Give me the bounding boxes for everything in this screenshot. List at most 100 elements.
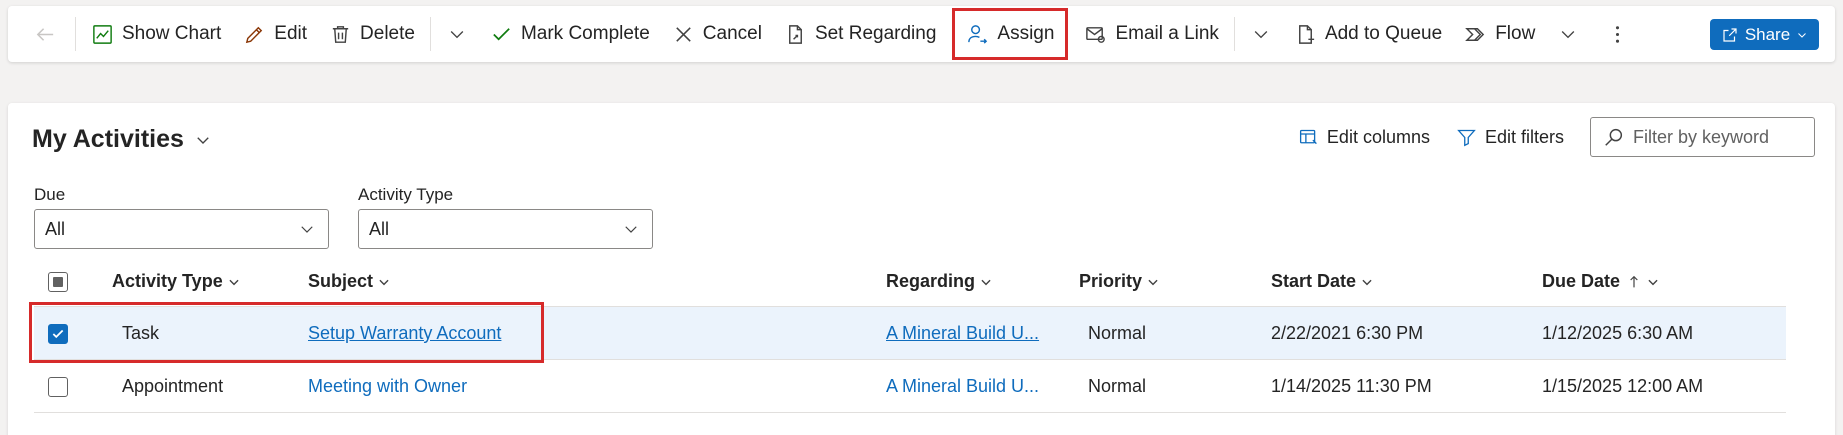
- trash-icon: [332, 25, 349, 43]
- toolbar-divider: [75, 17, 76, 51]
- back-button[interactable]: [26, 14, 71, 54]
- table-row[interactable]: Task Setup Warranty Account A Mineral Bu…: [29, 302, 1786, 363]
- edit-label: Edit: [274, 23, 308, 44]
- share-label: Share: [1744, 24, 1791, 44]
- due-filter-select[interactable]: All: [34, 209, 329, 249]
- column-header-label: Due Date: [1542, 271, 1621, 291]
- chevron-down-icon: [1562, 31, 1575, 39]
- chevron-down-icon: [229, 279, 239, 285]
- due-filter-value: All: [45, 218, 66, 239]
- filter-icon: [1457, 129, 1476, 146]
- toolbar-divider: [429, 17, 431, 51]
- subject-link[interactable]: Meeting with Owner: [308, 376, 467, 397]
- column-header-subject[interactable]: Subject: [308, 271, 391, 292]
- cell-subject[interactable]: Setup Warranty Account: [308, 307, 501, 360]
- activity-type-filter-select[interactable]: All: [358, 209, 653, 249]
- cancel-label: Cancel: [702, 23, 762, 44]
- checkmark-icon: [52, 329, 64, 338]
- column-header-priority[interactable]: Priority: [1079, 271, 1160, 292]
- edit-columns-icon: [1299, 129, 1317, 144]
- share-button[interactable]: Share: [1710, 19, 1819, 50]
- toolbar-divider: [1233, 17, 1235, 51]
- arrow-left-icon: [36, 27, 54, 41]
- pencil-icon: [246, 26, 263, 43]
- email-link-icon: [1086, 26, 1106, 43]
- row-checkbox[interactable]: [48, 307, 68, 360]
- column-header-start-date[interactable]: Start Date: [1271, 271, 1374, 292]
- set-regarding-button[interactable]: Set Regarding: [773, 14, 947, 54]
- assign-button[interactable]: Assign: [952, 8, 1069, 60]
- checkbox: [48, 376, 68, 397]
- view-selector[interactable]: My Activities: [32, 125, 212, 154]
- edit-filters-button[interactable]: Edit filters: [1456, 127, 1564, 148]
- table-row[interactable]: Appointment Meeting with Owner A Mineral…: [34, 360, 1786, 413]
- more-vertical-icon: [1616, 25, 1620, 43]
- activities-grid: Activity Type Subject Regarding Priority…: [29, 257, 1786, 413]
- column-header-label: Start Date: [1271, 271, 1357, 291]
- show-chart-label: Show Chart: [122, 23, 222, 44]
- cell-regarding[interactable]: A Mineral Build U...: [886, 307, 1039, 360]
- chevron-down-icon: [1798, 32, 1807, 38]
- column-header-activity-type[interactable]: Activity Type: [112, 271, 241, 292]
- grid-header: Activity Type Subject Regarding Priority…: [34, 257, 1786, 307]
- flow-label: Flow: [1495, 23, 1536, 44]
- x-icon: [676, 26, 691, 42]
- cancel-button[interactable]: Cancel: [661, 14, 773, 54]
- cell-regarding[interactable]: A Mineral Build U...: [886, 360, 1039, 413]
- checkmark-icon: [493, 27, 510, 41]
- edit-columns-label: Edit columns: [1326, 126, 1430, 147]
- add-to-queue-button[interactable]: Add to Queue: [1283, 14, 1453, 54]
- edit-button[interactable]: Edit: [232, 14, 318, 54]
- add-to-queue-label: Add to Queue: [1324, 23, 1443, 44]
- email-a-link-button[interactable]: Email a Link: [1073, 14, 1230, 54]
- chevron-down-icon: [1648, 279, 1658, 285]
- more-actions-dropdown[interactable]: [435, 14, 479, 54]
- share-icon: [1723, 27, 1737, 42]
- email-options-dropdown[interactable]: [1239, 14, 1283, 54]
- cell-activity-type: Task: [122, 323, 160, 343]
- row-checkbox[interactable]: [48, 360, 68, 413]
- chevron-down-icon: [1254, 31, 1268, 39]
- command-bar: Show Chart Edit Delete Mark Complete Can…: [8, 6, 1835, 62]
- cell-priority: Normal: [1088, 323, 1147, 343]
- queue-add-icon: [1298, 24, 1315, 44]
- more-commands-button[interactable]: [1590, 14, 1645, 54]
- cell-priority: Normal: [1088, 376, 1147, 396]
- flow-button[interactable]: Flow: [1453, 14, 1546, 54]
- chevron-down-icon: [379, 279, 389, 285]
- activity-type-filter-label: Activity Type: [358, 185, 454, 204]
- set-regarding-label: Set Regarding: [814, 23, 937, 44]
- chevron-down-icon: [1362, 279, 1372, 285]
- show-chart-button[interactable]: Show Chart: [80, 14, 232, 54]
- due-filter-label: Due: [34, 185, 66, 204]
- chevron-down-icon: [981, 279, 991, 285]
- chevron-down-icon: [301, 226, 313, 233]
- due-filter: Due All: [34, 185, 329, 249]
- flow-dropdown[interactable]: [1546, 14, 1590, 54]
- chevron-down-icon: [625, 226, 637, 233]
- edit-columns-button[interactable]: Edit columns: [1298, 127, 1430, 148]
- column-header-label: Activity Type: [112, 271, 223, 291]
- column-header-due-date[interactable]: Due Date: [1542, 271, 1660, 292]
- view-title: My Activities: [32, 125, 184, 153]
- mark-complete-button[interactable]: Mark Complete: [479, 14, 661, 54]
- email-a-link-label: Email a Link: [1115, 23, 1219, 44]
- cell-start-date: 1/14/2025 11:30 PM: [1271, 376, 1432, 396]
- cell-activity-type: Appointment: [122, 376, 224, 396]
- delete-button[interactable]: Delete: [318, 14, 426, 54]
- checkbox: [48, 323, 68, 344]
- cell-due-date: 1/12/2025 6:30 AM: [1542, 323, 1694, 343]
- select-all-checkbox[interactable]: [48, 271, 68, 292]
- sort-ascending-icon: [1630, 275, 1638, 287]
- regarding-link[interactable]: A Mineral Build U...: [886, 323, 1039, 344]
- regarding-link[interactable]: A Mineral Build U...: [886, 376, 1039, 397]
- chevron-down-icon: [1148, 279, 1158, 285]
- keyword-filter-input[interactable]: Filter by keyword: [1590, 117, 1815, 157]
- subject-link[interactable]: Setup Warranty Account: [308, 323, 501, 344]
- chevron-down-icon: [450, 31, 464, 39]
- cell-subject[interactable]: Meeting with Owner: [308, 360, 467, 413]
- cell-due-date: 1/15/2025 12:00 AM: [1542, 376, 1704, 396]
- cell-start-date: 2/22/2021 6:30 PM: [1271, 323, 1424, 343]
- column-header-regarding[interactable]: Regarding: [886, 271, 993, 292]
- view-actions: Edit columns Edit filters Filter by keyw…: [1298, 117, 1815, 157]
